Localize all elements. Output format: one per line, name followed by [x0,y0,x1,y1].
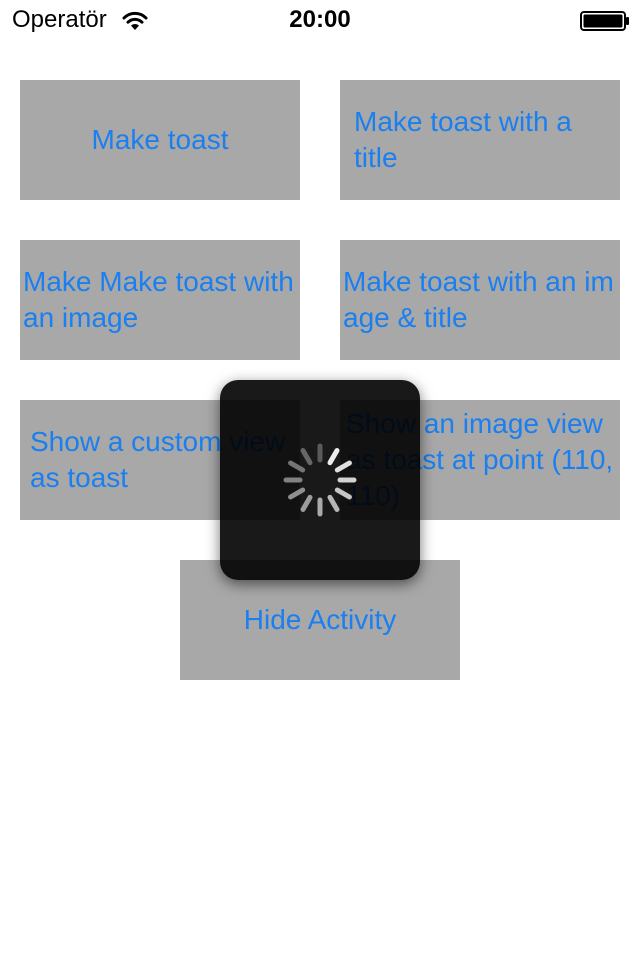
clock: 20:00 [289,6,351,33]
hide-activity-label: Hide Activity [243,604,397,635]
make-toast-with-image-and-title-label: Make toast with an image & title [343,266,614,333]
activity-overlay [220,380,420,580]
make-toast-with-image-label: Make Make toast with an image [23,266,294,333]
make-toast-with-image-and-title-button[interactable]: Make toast with an image & title [340,240,620,360]
app-screen: Operatör 20:00 Make toast Make toast wit… [0,0,640,960]
status-bar: Operatör 20:00 [0,0,640,40]
spinner-spoke [334,460,352,473]
spinner-spoke [327,494,340,512]
spinner-spoke [300,448,313,466]
spinner-spoke [334,487,352,500]
spinner-spoke [300,494,313,512]
make-toast-with-title-button[interactable]: Make toast with a title [340,80,620,200]
battery-full-icon [580,11,629,31]
spinner-spoke [288,487,306,500]
activity-spinner-icon [283,443,357,517]
make-toast-with-image-button[interactable]: Make Make toast with an image [20,240,300,360]
make-toast-with-title-label: Make toast with a title [354,106,572,173]
make-toast-button[interactable]: Make toast [20,80,300,200]
make-toast-label: Make toast [91,124,229,155]
spinner-spoke [288,460,306,473]
spinner-spoke [327,448,340,466]
